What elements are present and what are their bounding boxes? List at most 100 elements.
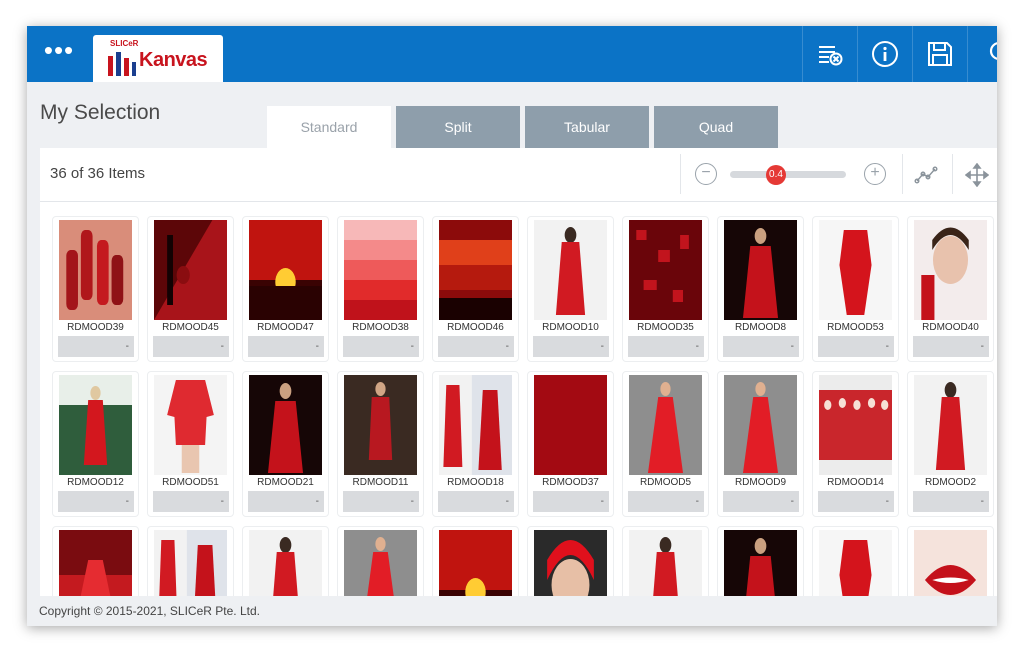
- item-card[interactable]: RDMOOD38 -: [337, 216, 424, 362]
- tab-split[interactable]: Split: [396, 106, 520, 148]
- item-thumbnail[interactable]: [154, 220, 227, 320]
- item-value-field[interactable]: -: [438, 491, 514, 512]
- item-value-field[interactable]: -: [913, 491, 989, 512]
- item-card[interactable]: RDMOOD10 -: [527, 216, 614, 362]
- more-menu-icon[interactable]: •••: [39, 37, 79, 66]
- item-card[interactable]: RDMOOD37 -: [527, 371, 614, 517]
- item-value-field[interactable]: -: [343, 491, 419, 512]
- item-card[interactable]: RDMOOD12 -: [52, 371, 139, 517]
- item-value-field[interactable]: -: [533, 491, 609, 512]
- item-value-field[interactable]: -: [153, 491, 229, 512]
- item-thumbnail[interactable]: [534, 530, 607, 596]
- item-card[interactable]: RDMOOD39 -: [52, 216, 139, 362]
- item-card[interactable]: RDMOOD2 -: [907, 371, 994, 517]
- zoom-slider[interactable]: 0.4: [730, 165, 846, 185]
- item-thumbnail[interactable]: [819, 530, 892, 596]
- item-value-field[interactable]: -: [628, 491, 704, 512]
- item-card[interactable]: [812, 526, 899, 596]
- item-thumbnail[interactable]: [914, 220, 987, 320]
- item-thumbnail[interactable]: [629, 375, 702, 475]
- zoom-out-button[interactable]: −: [695, 163, 717, 185]
- item-thumbnail[interactable]: [154, 530, 227, 596]
- item-value-field[interactable]: -: [533, 336, 609, 357]
- item-thumbnail[interactable]: [724, 375, 797, 475]
- item-value-field[interactable]: -: [58, 336, 134, 357]
- item-card[interactable]: RDMOOD40 -: [907, 216, 994, 362]
- item-value-field[interactable]: -: [343, 336, 419, 357]
- item-card[interactable]: [907, 526, 994, 596]
- item-value-field[interactable]: -: [58, 491, 134, 512]
- item-value-field[interactable]: -: [723, 336, 799, 357]
- item-card[interactable]: RDMOOD53 -: [812, 216, 899, 362]
- item-card[interactable]: [432, 526, 519, 596]
- item-card[interactable]: RDMOOD47 -: [242, 216, 329, 362]
- item-thumbnail[interactable]: [724, 220, 797, 320]
- item-thumbnail[interactable]: [154, 375, 227, 475]
- item-card[interactable]: [337, 526, 424, 596]
- item-value-field[interactable]: -: [153, 336, 229, 357]
- item-thumbnail[interactable]: [819, 220, 892, 320]
- item-card[interactable]: [622, 526, 709, 596]
- item-card[interactable]: [527, 526, 614, 596]
- item-thumbnail[interactable]: [724, 530, 797, 596]
- item-card[interactable]: [717, 526, 804, 596]
- item-thumbnail[interactable]: [59, 375, 132, 475]
- app-logo[interactable]: SLICeR Kanvas: [93, 35, 223, 82]
- item-thumbnail[interactable]: [534, 220, 607, 320]
- item-thumbnail[interactable]: [344, 220, 417, 320]
- item-thumbnail[interactable]: [629, 530, 702, 596]
- item-thumbnail[interactable]: [534, 375, 607, 475]
- item-card[interactable]: RDMOOD18 -: [432, 371, 519, 517]
- item-value-field[interactable]: -: [818, 491, 894, 512]
- item-thumbnail[interactable]: [59, 530, 132, 596]
- item-card[interactable]: [242, 526, 329, 596]
- item-card[interactable]: RDMOOD5 -: [622, 371, 709, 517]
- item-value-field[interactable]: -: [438, 336, 514, 357]
- item-thumbnail[interactable]: [344, 530, 417, 596]
- item-value-field[interactable]: -: [723, 491, 799, 512]
- tab-quad[interactable]: Quad: [654, 106, 778, 148]
- item-value-field[interactable]: -: [913, 336, 989, 357]
- item-card[interactable]: RDMOOD9 -: [717, 371, 804, 517]
- item-value-field[interactable]: -: [248, 491, 324, 512]
- item-thumbnail[interactable]: [914, 375, 987, 475]
- item-thumbnail[interactable]: [344, 375, 417, 475]
- item-label: RDMOOD11: [352, 477, 409, 488]
- item-card[interactable]: RDMOOD35 -: [622, 216, 709, 362]
- grid-toolbar: 36 of 36 Items − 0.4 +: [40, 148, 997, 202]
- info-icon[interactable]: [857, 26, 912, 82]
- item-thumbnail[interactable]: [249, 220, 322, 320]
- item-thumbnail[interactable]: [629, 220, 702, 320]
- item-thumbnail[interactable]: [59, 220, 132, 320]
- move-icon[interactable]: [965, 163, 989, 187]
- item-card[interactable]: RDMOOD21 -: [242, 371, 329, 517]
- item-thumbnail[interactable]: [439, 530, 512, 596]
- search-icon[interactable]: [967, 26, 997, 82]
- item-card[interactable]: [52, 526, 139, 596]
- zoom-slider-thumb[interactable]: 0.4: [766, 165, 786, 185]
- item-card[interactable]: RDMOOD8 -: [717, 216, 804, 362]
- item-thumbnail[interactable]: [914, 530, 987, 596]
- tab-standard[interactable]: Standard: [267, 106, 391, 148]
- tab-tabular[interactable]: Tabular: [525, 106, 649, 148]
- item-thumbnail[interactable]: [439, 220, 512, 320]
- save-icon[interactable]: [912, 26, 967, 82]
- item-card[interactable]: RDMOOD14 -: [812, 371, 899, 517]
- item-thumbnail[interactable]: [249, 530, 322, 596]
- item-value-field[interactable]: -: [818, 336, 894, 357]
- item-card[interactable]: RDMOOD11 -: [337, 371, 424, 517]
- item-thumbnail[interactable]: [249, 375, 322, 475]
- item-value-field[interactable]: -: [628, 336, 704, 357]
- zoom-in-button[interactable]: +: [864, 163, 886, 185]
- item-value-field[interactable]: -: [248, 336, 324, 357]
- item-card[interactable]: [147, 526, 234, 596]
- item-count: 36 of 36 Items: [50, 165, 146, 182]
- item-thumbnail[interactable]: [439, 375, 512, 475]
- item-thumbnail[interactable]: [819, 375, 892, 475]
- clear-list-icon[interactable]: [802, 26, 857, 82]
- trend-line-icon[interactable]: [914, 163, 938, 187]
- item-card[interactable]: RDMOOD51 -: [147, 371, 234, 517]
- item-label: RDMOOD37: [542, 477, 599, 488]
- item-card[interactable]: RDMOOD45 -: [147, 216, 234, 362]
- item-card[interactable]: RDMOOD46 -: [432, 216, 519, 362]
